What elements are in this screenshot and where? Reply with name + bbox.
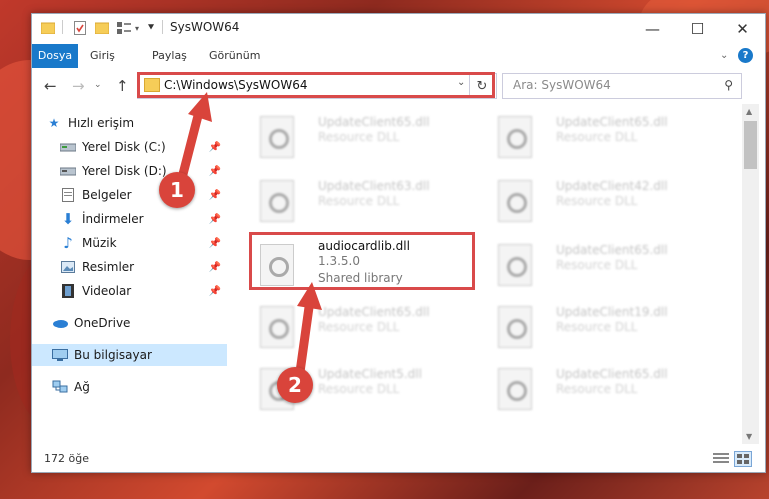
callout-badge-2: 2 — [277, 367, 313, 403]
callout-badge-1: 1 — [159, 172, 195, 208]
callout-arrows — [177, 92, 322, 377]
